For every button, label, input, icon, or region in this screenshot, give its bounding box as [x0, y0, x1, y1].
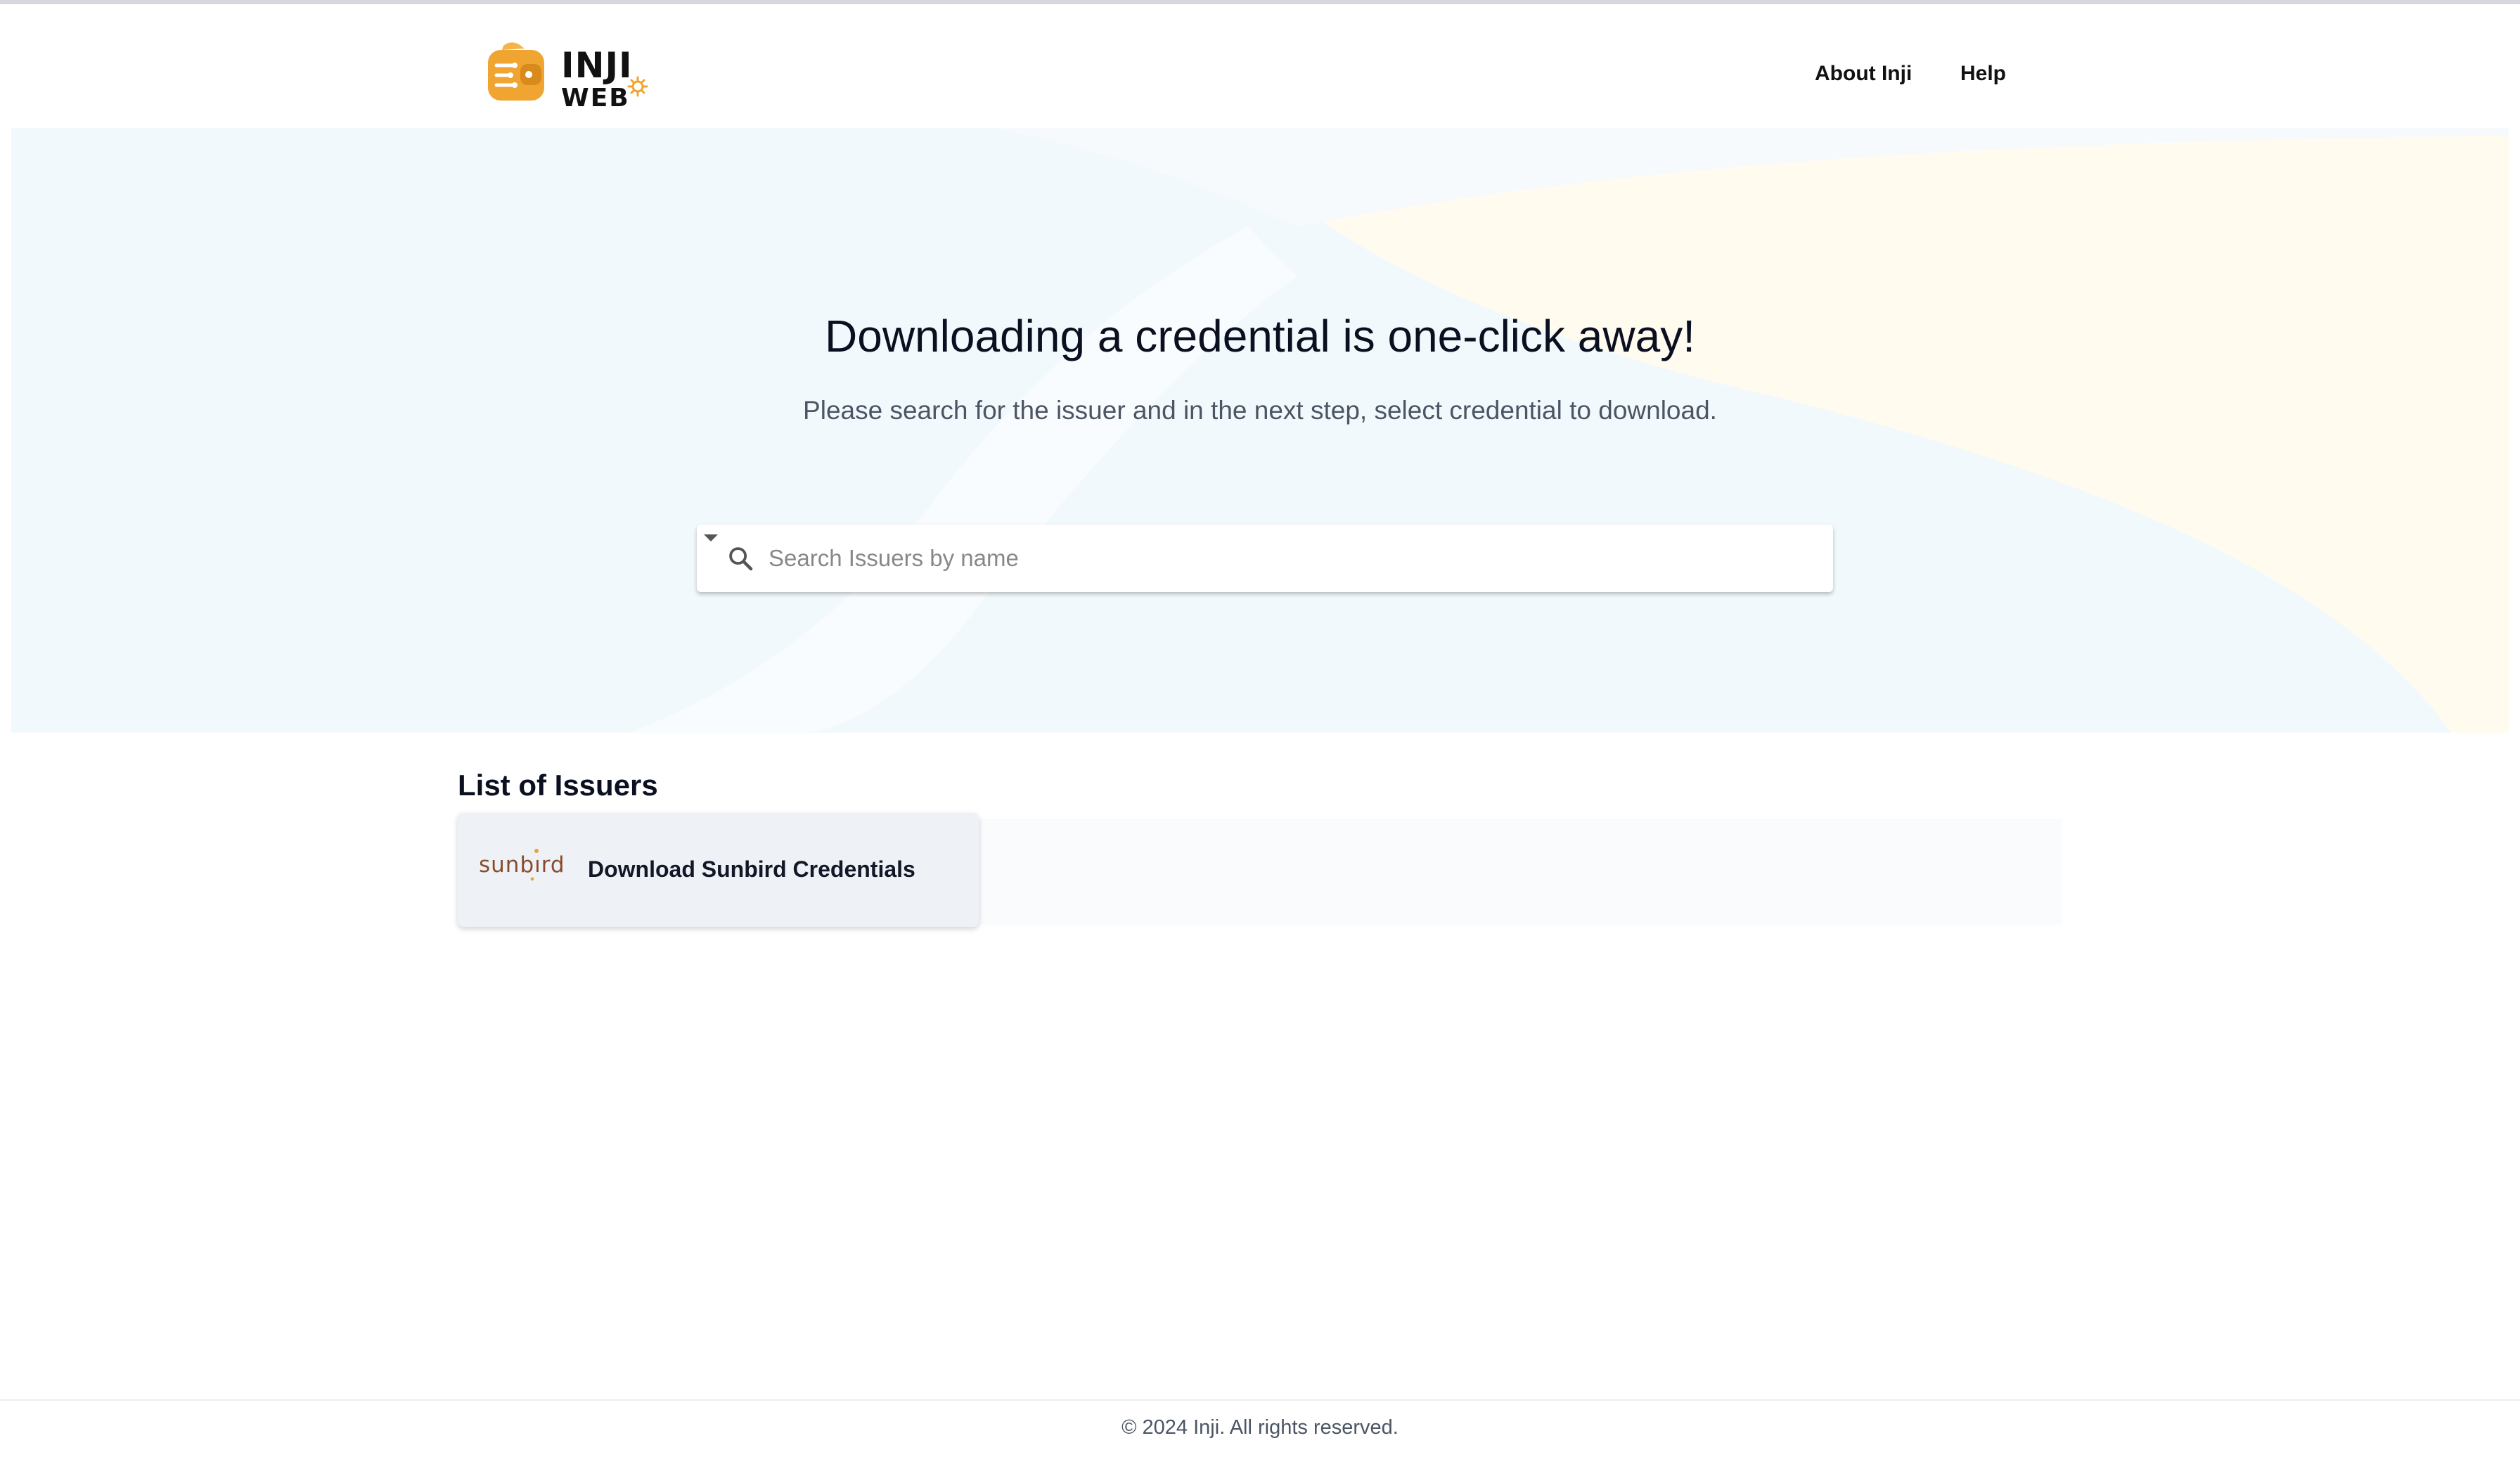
wallet-logo-icon — [488, 42, 544, 101]
gear-sparkle-icon — [627, 76, 648, 97]
logo-inji-text: INJI — [561, 45, 633, 86]
caret-down-icon[interactable] — [697, 525, 725, 550]
logo-web-text: WEB — [561, 84, 630, 113]
search-icon — [729, 547, 753, 571]
logo-wordmark: INJI WEB — [561, 48, 633, 111]
issuer-card-label: Download Sunbird Credentials — [588, 856, 915, 882]
issuers-section-title: List of Issuers — [458, 769, 658, 802]
footer-divider — [0, 1399, 2520, 1401]
sunbird-logo-dots-icon — [530, 849, 539, 881]
footer-copyright: © 2024 Inji. All rights reserved. — [1121, 1416, 1399, 1439]
hero-background-shapes — [11, 128, 2509, 733]
site-header: INJI WEB About Inji Help — [11, 4, 2509, 128]
hero-title: Downloading a credential is one-click aw… — [825, 310, 1695, 361]
inji-web-logo[interactable]: INJI WEB — [482, 34, 651, 111]
sunbird-logo: sunbırd — [479, 852, 565, 878]
hero-banner: Downloading a credential is one-click aw… — [11, 128, 2509, 733]
issuer-search-box[interactable] — [697, 525, 1833, 592]
issuer-card-sunbird[interactable]: sunbırd Download Sunbird Credentials — [458, 813, 979, 927]
search-input[interactable] — [767, 537, 1751, 579]
issuers-list-area — [979, 819, 2062, 925]
nav-about-inji[interactable]: About Inji — [1815, 62, 1912, 86]
hero-subtitle: Please search for the issuer and in the … — [803, 396, 1717, 425]
nav-help[interactable]: Help — [1960, 62, 2006, 86]
